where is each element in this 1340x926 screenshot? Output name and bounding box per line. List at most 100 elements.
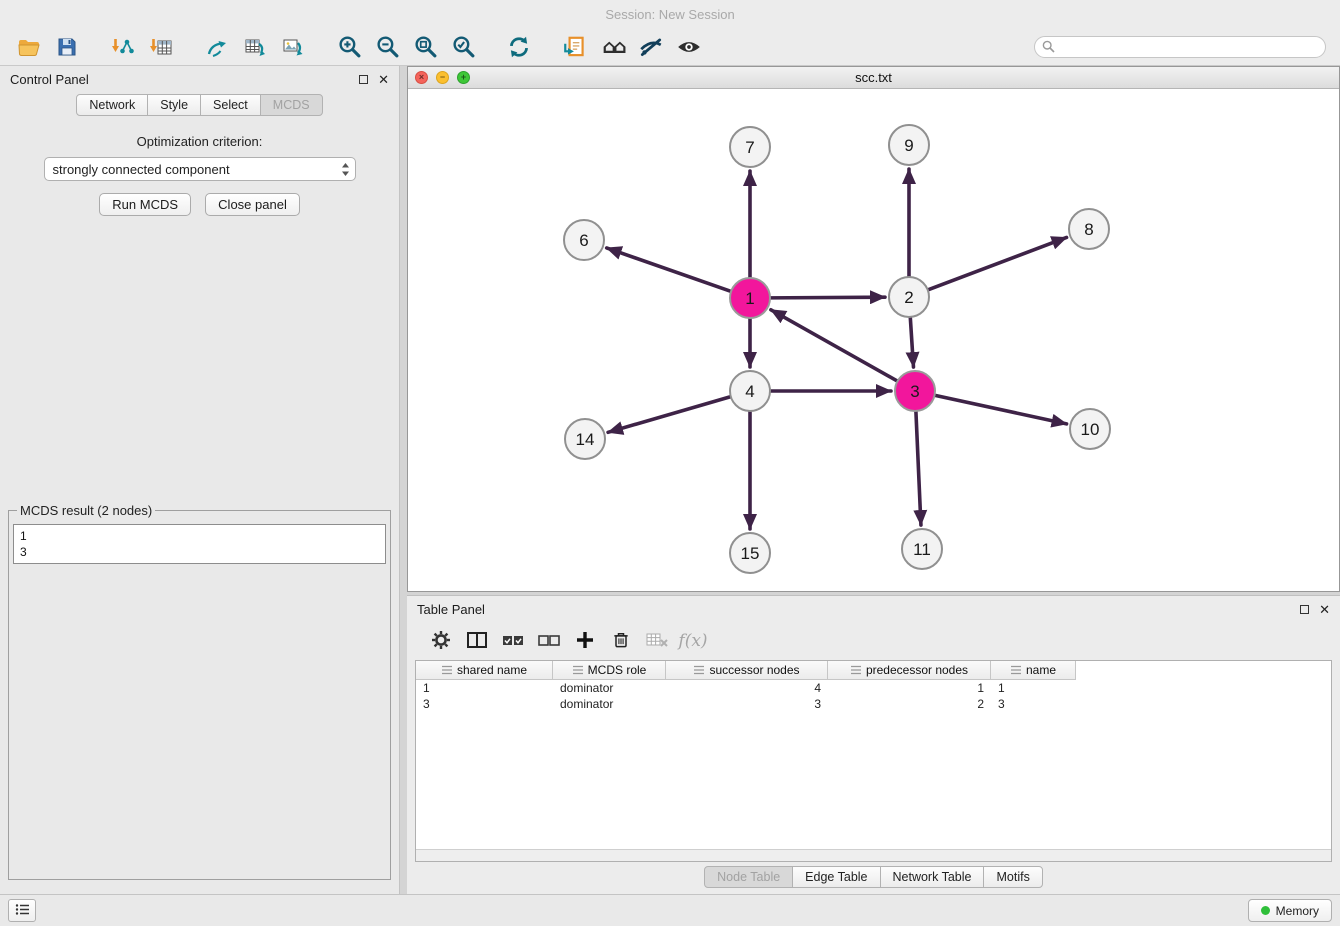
network-canvas[interactable]: 1234678910111415 (408, 89, 1339, 591)
window-titlebar: Session: New Session (0, 0, 1340, 28)
tab-select[interactable]: Select (200, 94, 261, 116)
cell: 1 (416, 681, 553, 695)
node-label-10: 10 (1081, 420, 1100, 439)
close-table-panel-icon[interactable]: ✕ (1319, 603, 1330, 616)
edge-1-2[interactable] (770, 297, 885, 298)
edge-2-3[interactable] (910, 317, 913, 367)
add-column-button[interactable] (569, 626, 601, 656)
table-tab-motifs[interactable]: Motifs (983, 866, 1042, 888)
table-header-row: shared name MCDS role successor nodes prede… (416, 661, 1331, 680)
float-window-icon[interactable] (359, 75, 368, 84)
node-label-15: 15 (741, 544, 760, 563)
show-hide-button[interactable] (670, 31, 708, 63)
node-label-6: 6 (579, 231, 588, 250)
column-label: MCDS role (588, 663, 647, 677)
save-session-button[interactable] (48, 31, 86, 63)
delete-column-button[interactable] (605, 626, 637, 656)
cell: 3 (416, 697, 553, 711)
table-row[interactable]: 3dominator323 (416, 696, 1331, 712)
network-from-table-button[interactable] (236, 31, 274, 63)
node-label-14: 14 (576, 430, 595, 449)
table-settings-button[interactable] (425, 626, 457, 656)
control-panel: Control Panel ✕ NetworkStyleSelectMCDS O… (0, 66, 400, 894)
network-window-titlebar: scc.txt × − + (408, 67, 1339, 89)
refresh-view-button[interactable] (500, 31, 538, 63)
node-label-9: 9 (904, 136, 913, 155)
optimization-criterion-label: Optimization criterion: (8, 134, 391, 149)
main-toolbar: ⌂⌂ (0, 28, 1340, 66)
cell: 4 (666, 681, 828, 695)
horizontal-scrollbar[interactable] (416, 849, 1331, 861)
zoom-out-button[interactable] (368, 31, 406, 63)
share-arrows-icon (205, 35, 229, 59)
zoom-in-button[interactable] (330, 31, 368, 63)
column-header-name[interactable]: name (991, 661, 1076, 680)
show-columns-button[interactable] (461, 626, 493, 656)
edge-4-14[interactable] (608, 397, 731, 433)
close-panel-button[interactable]: Close panel (205, 193, 300, 216)
status-bar: Memory (0, 894, 1340, 926)
clone-network-button[interactable] (556, 31, 594, 63)
memory-button[interactable]: Memory (1248, 899, 1332, 922)
criterion-select[interactable]: strongly connected component (44, 157, 356, 181)
table-row[interactable]: 1dominator411 (416, 680, 1331, 696)
image-export-icon (281, 35, 305, 59)
column-label: predecessor nodes (866, 663, 968, 677)
zoom-selected-button[interactable] (444, 31, 482, 63)
cell: 1 (991, 681, 1076, 695)
float-table-panel-icon[interactable] (1300, 605, 1309, 614)
fx-icon: f(x) (678, 631, 707, 651)
column-header-mcds-role[interactable]: MCDS role (553, 661, 666, 680)
control-panel-header: Control Panel ✕ (0, 66, 399, 92)
edge-3-1[interactable] (771, 310, 898, 381)
column-type-icon (572, 665, 584, 675)
import-network-button[interactable] (104, 31, 142, 63)
table-tab-network-table[interactable]: Network Table (880, 866, 985, 888)
deselect-all-button[interactable] (533, 626, 565, 656)
tab-mcds[interactable]: MCDS (260, 94, 323, 116)
delete-table-button[interactable] (641, 626, 673, 656)
grid-delete-icon (645, 630, 669, 653)
select-all-button[interactable] (497, 626, 529, 656)
zoom-fit-button[interactable] (406, 31, 444, 63)
table-tab-edge-table[interactable]: Edge Table (792, 866, 880, 888)
node-label-11: 11 (913, 540, 931, 559)
node-label-3: 3 (910, 382, 919, 401)
control-panel-tabs: NetworkStyleSelectMCDS (0, 92, 399, 116)
column-header-successor-nodes[interactable]: successor nodes (666, 661, 828, 680)
cell: 2 (828, 697, 991, 711)
style-brush-button[interactable] (632, 31, 670, 63)
zoom-selected-icon (451, 34, 476, 59)
run-mcds-button[interactable]: Run MCDS (99, 193, 191, 216)
export-image-button[interactable] (274, 31, 312, 63)
import-table-button[interactable] (142, 31, 180, 63)
edge-1-6[interactable] (607, 248, 731, 291)
edge-2-8[interactable] (928, 237, 1067, 289)
columns-icon (466, 630, 488, 653)
column-header-predecessor-nodes[interactable]: predecessor nodes (828, 661, 991, 680)
column-type-icon (441, 665, 453, 675)
open-folder-icon (16, 35, 42, 59)
cell: 3 (666, 697, 828, 711)
new-network-button[interactable] (198, 31, 236, 63)
table-tab-node-table[interactable]: Node Table (704, 866, 793, 888)
tab-style[interactable]: Style (147, 94, 201, 116)
edge-3-10[interactable] (935, 395, 1067, 424)
cell: 1 (828, 681, 991, 695)
open-file-button[interactable] (10, 31, 48, 63)
home-pair-button[interactable]: ⌂⌂ (594, 31, 632, 63)
mcds-result-text: 13 (13, 524, 386, 564)
edge-3-11[interactable] (916, 411, 921, 525)
column-header-shared-name[interactable]: shared name (416, 661, 553, 680)
tab-network[interactable]: Network (76, 94, 148, 116)
gear-icon (431, 630, 451, 653)
function-builder-button[interactable]: f(x) (677, 626, 709, 656)
checked-boxes-icon (502, 632, 524, 651)
network-window-title: scc.txt (408, 70, 1339, 85)
search-input[interactable] (1034, 36, 1326, 58)
cell: 3 (991, 697, 1076, 711)
task-history-button[interactable] (8, 899, 36, 922)
save-icon (55, 35, 79, 59)
result-line: 3 (20, 544, 379, 560)
close-panel-icon[interactable]: ✕ (378, 73, 389, 86)
